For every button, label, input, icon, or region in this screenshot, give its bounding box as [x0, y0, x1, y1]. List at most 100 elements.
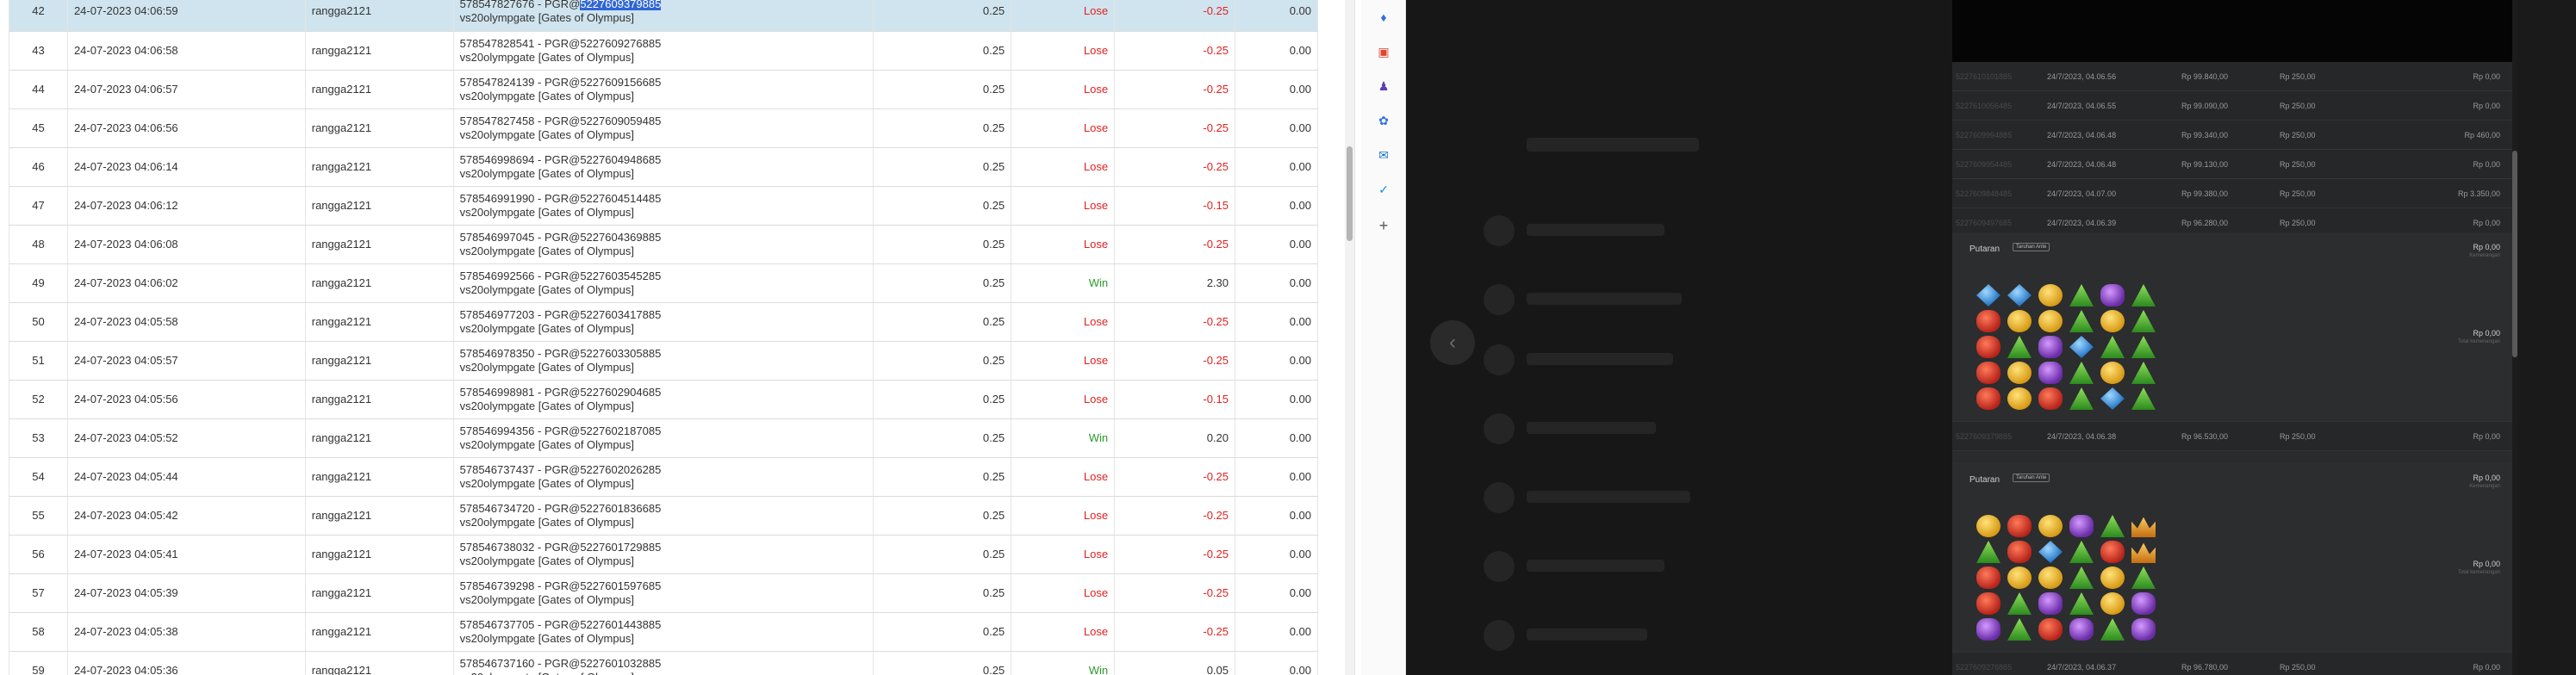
row-profit-loss: -0.15 — [1114, 186, 1235, 226]
row-date: 24-07-2023 04:05:38 — [67, 612, 306, 652]
red-gem-icon — [2038, 387, 2063, 410]
transaction-id: 578547827458 - PGR@5227609059485 — [459, 114, 662, 127]
row-profit-loss: -0.25 — [1114, 496, 1235, 536]
games-icon[interactable]: ♟ — [1375, 77, 1392, 95]
ante-bet-tag: Taruhan Ante — [2013, 243, 2050, 251]
table-row[interactable]: 44 24-07-2023 04:06:57 rangga2121 578547824… — [9, 70, 1318, 109]
game-name: vs20olympgate [Gates of Olympus] — [459, 437, 634, 451]
row-transaction: 578546734720 - PGR@5227601836685 vs20olym… — [453, 496, 874, 536]
transaction-id: 578546998694 - PGR@5227604948685 — [459, 152, 662, 166]
transaction-id: 578546739298 - PGR@5227601597685 — [459, 579, 662, 592]
row-transaction: 578547824139 - PGR@5227609156685 vs20olym… — [453, 70, 874, 109]
transaction-id: 578546977203 - PGR@5227603417885 — [459, 307, 662, 321]
back-chevron-icon[interactable]: ‹ — [1430, 320, 1475, 365]
table-row[interactable]: 59 24-07-2023 04:05:36 rangga2121 578546737… — [9, 651, 1318, 675]
yel-gem-icon — [2038, 284, 2063, 307]
round-balance: Rp 99.340,00 — [2181, 131, 2229, 139]
transaction-id: 578546737160 - PGR@5227601032885 — [459, 656, 662, 670]
history-row[interactable]: 5227609379885 24/7/2023, 04.06.38 Rp 96.53… — [1952, 422, 2512, 451]
pur-gem-icon — [2038, 592, 2063, 615]
row-bet: 0.25 — [873, 31, 1012, 71]
grn-gem-icon — [2131, 336, 2156, 358]
row-result: Lose — [1011, 70, 1116, 109]
table-row[interactable]: 43 24-07-2023 04:06:58 rangga2121 578547828… — [9, 31, 1318, 71]
history-row[interactable]: 5227609848485 24/7/2023, 04.07.00 Rp 99.38… — [1952, 179, 2512, 208]
round-balance: Rp 99.380,00 — [2181, 189, 2229, 198]
blu-gem-icon — [2038, 541, 2063, 563]
pur-gem-icon — [2100, 284, 2125, 307]
row-profit-loss: -0.25 — [1114, 70, 1235, 109]
scrollbar-thumb[interactable] — [1347, 146, 1353, 241]
game-name: vs20olympgate [Gates of Olympus] — [459, 89, 634, 102]
vertical-scrollbar[interactable] — [1345, 0, 1354, 675]
row-date: 24-07-2023 04:06:02 — [67, 263, 306, 303]
table-row[interactable]: 53 24-07-2023 04:05:52 rangga2121 578546994… — [9, 418, 1318, 458]
round-balance: Rp 99.090,00 — [2181, 102, 2229, 110]
table-row[interactable]: 50 24-07-2023 04:05:58 rangga2121 578546977… — [9, 302, 1318, 342]
table-row[interactable]: 52 24-07-2023 04:05:56 rangga2121 578546998… — [9, 380, 1318, 419]
grn-gem-icon — [2131, 387, 2156, 410]
row-username: rangga2121 — [305, 70, 454, 109]
row-date: 24-07-2023 04:06:12 — [67, 186, 306, 226]
selected-text[interactable]: 5227609379885 — [580, 0, 662, 10]
row-balance: 0.00 — [1235, 651, 1318, 675]
row-result: Lose — [1011, 108, 1116, 148]
yel-gem-icon — [2007, 387, 2032, 410]
row-balance: 0.00 — [1235, 0, 1318, 32]
table-row[interactable]: 48 24-07-2023 04:06:08 rangga2121 578546997… — [9, 225, 1318, 264]
tag-icon[interactable]: ♦ — [1375, 9, 1392, 26]
round-date: 24/7/2023, 04.06.48 — [2047, 160, 2117, 169]
round-date: 24/7/2023, 04.07.00 — [2047, 189, 2117, 198]
round-win: Rp 3.350,00 — [2457, 189, 2500, 198]
table-row[interactable]: 57 24-07-2023 04:05:39 rangga2121 578546739… — [9, 573, 1318, 613]
table-row[interactable]: 54 24-07-2023 04:05:44 rangga2121 578546737… — [9, 457, 1318, 497]
history-row[interactable]: 5227609276885 24/7/2023, 04.06.37 Rp 96.78… — [1952, 653, 2512, 675]
crn-gem-icon — [2131, 517, 2156, 537]
table-row[interactable]: 51 24-07-2023 04:05:57 rangga2121 578546978… — [9, 341, 1318, 381]
round-date: 24/7/2023, 04.06.55 — [2047, 102, 2117, 110]
history-row[interactable]: 5227610101885 24/7/2023, 04.06.56 Rp 99.84… — [1952, 62, 2512, 91]
row-username: rangga2121 — [305, 263, 454, 303]
plus-icon[interactable]: + — [1375, 217, 1392, 234]
row-number: 58 — [9, 612, 68, 652]
row-balance: 0.00 — [1235, 302, 1318, 342]
pane-divider[interactable] — [1354, 0, 1361, 675]
transaction-id: 578546994356 - PGR@5227602187085 — [459, 424, 662, 437]
yel-gem-icon — [2100, 310, 2125, 332]
table-row[interactable]: 56 24-07-2023 04:05:41 rangga2121 578546738… — [9, 535, 1318, 574]
row-number: 43 — [9, 31, 68, 71]
table-row[interactable]: 49 24-07-2023 04:06:02 rangga2121 578546992… — [9, 263, 1318, 303]
spin-win-caption: Kemenangan — [2469, 484, 2500, 489]
spin-detail: Putaran Taruhan Ante Rp 0,00 Kemenangan … — [1952, 463, 2512, 653]
spin-label: Putaran — [1969, 245, 2000, 254]
row-result: Win — [1011, 263, 1116, 303]
cart-icon[interactable]: ✓ — [1375, 181, 1392, 198]
yel-gem-icon — [1976, 515, 2000, 537]
table-row[interactable]: 55 24-07-2023 04:05:42 rangga2121 578546734… — [9, 496, 1318, 536]
table-row[interactable]: 45 24-07-2023 04:06:56 rangga2121 578547827… — [9, 108, 1318, 148]
table-row[interactable]: 58 24-07-2023 04:05:38 rangga2121 578546737… — [9, 612, 1318, 652]
round-id: 5227610101885 — [1956, 72, 2013, 81]
row-number: 46 — [9, 147, 68, 187]
history-row[interactable]: 5227609954485 24/7/2023, 04.06.48 Rp 99.13… — [1952, 150, 2512, 179]
row-bet: 0.25 — [873, 573, 1012, 613]
grn-gem-icon — [2069, 362, 2094, 384]
round-bet: Rp 250,00 — [2280, 219, 2316, 227]
outlook-icon[interactable]: ✉ — [1375, 146, 1392, 164]
game-name: vs20olympgate [Gates of Olympus] — [459, 166, 634, 180]
history-row[interactable]: 5227609994885 24/7/2023, 04.06.48 Rp 99.34… — [1952, 121, 2512, 150]
history-row[interactable]: 5227610056485 24/7/2023, 04.06.55 Rp 99.09… — [1952, 91, 2512, 121]
table-row[interactable]: 42 24-07-2023 04:06:59 rangga2121 578547827… — [9, 0, 1318, 32]
transaction-id: 578546992566 - PGR@5227603545285 — [459, 269, 662, 282]
table-row[interactable]: 47 24-07-2023 04:06:12 rangga2121 578546991… — [9, 186, 1318, 226]
shopping-icon[interactable]: ▣ — [1375, 43, 1392, 60]
row-date: 24-07-2023 04:06:08 — [67, 225, 306, 264]
round-bet: Rp 250,00 — [2280, 160, 2316, 169]
row-profit-loss: -0.25 — [1114, 108, 1235, 148]
rainbow-ring-icon[interactable]: ✿ — [1375, 112, 1392, 129]
yel-gem-icon — [2038, 515, 2063, 537]
row-date: 24-07-2023 04:05:56 — [67, 380, 306, 419]
grn-gem-icon — [2069, 541, 2094, 563]
yel-gem-icon — [2007, 567, 2032, 589]
table-row[interactable]: 46 24-07-2023 04:06:14 rangga2121 578546998… — [9, 147, 1318, 187]
